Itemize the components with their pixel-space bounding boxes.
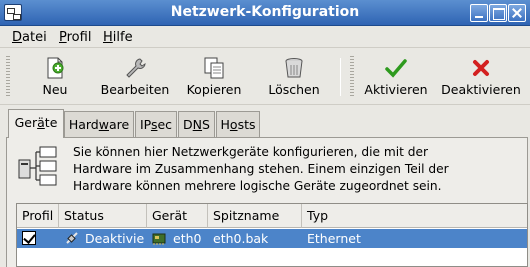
activate-button[interactable]: Aktivieren [362,52,430,102]
column-header-status[interactable]: Status [59,204,147,228]
trash-icon [285,58,303,78]
new-file-icon [47,57,64,79]
network-card-icon [152,233,166,245]
tab-hosts[interactable]: Hosts [216,111,260,137]
minimize-button[interactable] [470,4,488,22]
close-button[interactable] [508,4,526,22]
column-header-typ[interactable]: Typ [302,204,527,228]
copy-icon [204,57,224,79]
typ-cell: Ethernet [307,231,361,246]
spitzname-cell: eth0.bak [213,231,269,246]
copy-label: Kopieren [186,82,242,97]
tab-hardware[interactable]: Hardware [64,111,134,137]
copy-button[interactable]: Kopieren [180,52,248,102]
menu-datei[interactable]: Datei [12,30,47,45]
delete-button[interactable]: Löschen [262,52,326,102]
window-title: Netzwerk-Konfiguration [170,4,360,20]
menu-profil[interactable]: Profil [59,30,91,45]
maximize-button[interactable] [489,4,507,22]
profile-checkbox[interactable] [22,231,36,245]
new-button[interactable]: Neu [30,52,80,102]
geraet-cell: eth0 [173,231,202,246]
toolbar: Neu Bearbeiten Kopieren Löschen Aktivier… [0,48,530,105]
edit-button[interactable]: Bearbeiten [95,52,175,102]
menubar: Datei Profil Hilfe [0,26,530,48]
activate-label: Aktivieren [364,82,428,97]
new-label: Neu [42,82,68,97]
tab-geraete[interactable]: Geräte [8,109,64,138]
title-bar: Netzwerk-Konfiguration [0,0,530,26]
tab-dns[interactable]: DNS [178,111,215,137]
info-text: Sie können hier Netzwerkgeräte konfiguri… [73,145,449,193]
network-devices-icon [18,146,57,186]
disconnected-plug-icon [66,232,78,244]
status-cell: Deaktiviert [85,231,145,246]
column-header-geraet[interactable]: Gerät [147,204,208,228]
column-header-spitzname[interactable]: Spitzname [208,204,302,228]
checkmark-icon [385,59,407,78]
deactivate-label: Deaktivieren [441,82,521,97]
column-header-profil[interactable]: Profil [17,204,59,228]
device-table: Profil Status Gerät Spitzname Typ Deakti… [16,203,528,267]
tab-ipsec[interactable]: IPsec [135,111,177,137]
red-x-icon [473,60,489,76]
table-row[interactable]: Deaktiviert eth0 eth0.bak Ethernet [17,229,527,248]
menu-hilfe[interactable]: Hilfe [103,30,133,45]
delete-label: Löschen [268,82,320,97]
toolbar-grip[interactable] [6,56,10,98]
toolbar-separator [340,58,341,96]
deactivate-button[interactable]: Deaktivieren [438,52,524,102]
wrench-icon [126,58,146,78]
edit-label: Bearbeiten [100,82,170,97]
toolbar-grip-2[interactable] [350,56,354,98]
